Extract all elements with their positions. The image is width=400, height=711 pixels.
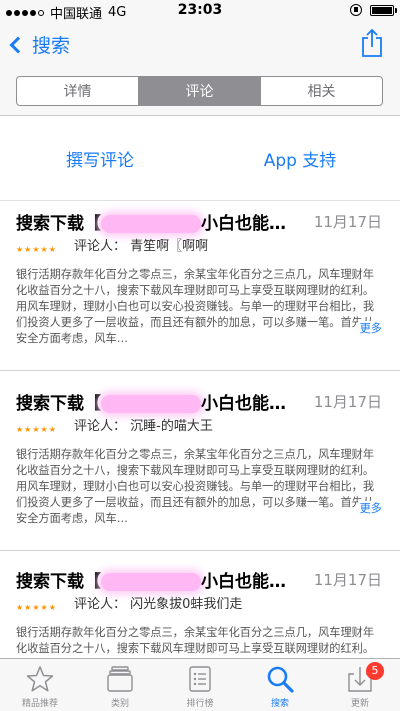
back-button[interactable]: 搜索 [8,31,70,58]
tab-search[interactable]: 搜索 [240,659,320,711]
tab-label: 排行榜 [186,699,214,709]
back-label: 搜索 [32,35,71,57]
star-rating: ★★★★★ [16,245,57,254]
categories-icon [107,666,133,692]
star-icon [26,666,54,692]
review-date: 11月17日 [313,393,382,411]
tab-reviews[interactable]: 评论 [139,77,261,105]
review-title-start: 搜索下载【 [16,572,101,592]
tab-related[interactable]: 相关 [261,77,382,105]
review-actions: 撰写评论 App 支持 [0,117,400,201]
tab-label: 更新 [350,699,369,709]
status-bar: 中国联通 4G 23:03 [0,0,400,22]
reviewer-name: 评论人： 青笙啊〖啊啊 [74,239,209,254]
star-rating: ★★★★★ [16,425,57,434]
star-rating: ★★★★★ [16,603,57,612]
reviewer-name: 评论人： 沉睡-的喵大王 [74,419,213,434]
tab-details[interactable]: 详情 [17,77,139,105]
reviews-content[interactable]: 撰写评论 App 支持 搜索下载【 小白也能… 11月17日 ★★★★★ 评论人：… [0,117,400,658]
rotation-lock-icon [350,4,362,16]
redacted-mark [101,573,201,591]
review-title: 搜索下载【 小白也能… [16,389,286,414]
redacted-mark [101,215,201,233]
tab-updates[interactable]: 5 更新 [320,659,400,711]
share-icon[interactable] [360,28,384,58]
review-title-end: 小白也能… [201,214,286,234]
review-title-start: 搜索下载【 [16,394,101,414]
review-text: 银行活期存款年化百分之零点三，余某宝年化百分之三点几，风车理财年化收益百分之十八… [16,626,375,655]
segmented-control: 详情 评论 相关 [16,76,383,106]
review-body: 银行活期存款年化百分之零点三，余某宝年化百分之三点几，风车理财年化收益百分之十八… [0,617,400,658]
update-count-badge: 5 [366,662,384,680]
review-item[interactable]: 搜索下载【 小白也能… 11月17日 ★★★★★ 评论人： 青笙啊〖啊啊 银行活期… [0,201,400,371]
reviewer-name: 评论人： 闪光象拔0蚌我们走 [74,597,243,612]
more-link[interactable]: 更多 [357,321,382,337]
chevron-left-icon [9,36,27,53]
review-body: 银行活期存款年化百分之零点三，余某宝年化百分之三点几，风车理财年化收益百分之十八… [0,439,400,531]
review-body: 银行活期存款年化百分之零点三，余某宝年化百分之三点几，风车理财年化收益百分之十八… [0,259,400,351]
review-title: 搜索下载【 小白也能… [16,567,286,592]
segment-bar: 详情 评论 相关 [0,66,400,116]
review-item[interactable]: 搜索下载【 小白也能… 11月17日 ★★★★★ 评论人： 沉睡-的喵大王 银行活… [0,381,400,551]
review-title-end: 小白也能… [201,394,286,414]
review-text: 银行活期存款年化百分之零点三，余某宝年化百分之三点几，风车理财年化收益百分之十八… [16,448,375,525]
review-date: 11月17日 [313,213,382,231]
review-date: 11月17日 [313,571,382,589]
app-support-button[interactable]: App 支持 [200,146,400,171]
redacted-mark [101,395,201,413]
tab-top-charts[interactable]: 排行榜 [160,659,240,711]
tab-featured[interactable]: 精品推荐 [0,659,80,711]
review-title: 搜索下载【 小白也能… [16,209,286,234]
status-time: 23:03 [177,2,223,18]
list-icon [189,666,211,692]
tab-label: 精品推荐 [21,699,58,709]
review-text: 银行活期存款年化百分之零点三，余某宝年化百分之三点几，风车理财年化收益百分之十八… [16,268,375,345]
write-review-button[interactable]: 撰写评论 [0,146,200,171]
tab-label: 类别 [110,699,129,709]
battery-icon [370,4,397,16]
more-link[interactable]: 更多 [357,501,382,517]
review-item[interactable]: 搜索下载【 小白也能… 11月17日 ★★★★★ 评论人： 闪光象拔0蚌我们走 银… [0,559,400,658]
tab-bar: 精品推荐 类别 排行榜 搜索 5 更新 [0,658,400,711]
tab-categories[interactable]: 类别 [80,659,160,711]
search-icon [267,666,294,693]
nav-bar: 搜索 [0,22,400,66]
review-title-start: 搜索下载【 [16,214,101,234]
review-title-end: 小白也能… [201,572,286,592]
tab-label: 搜索 [270,699,289,709]
